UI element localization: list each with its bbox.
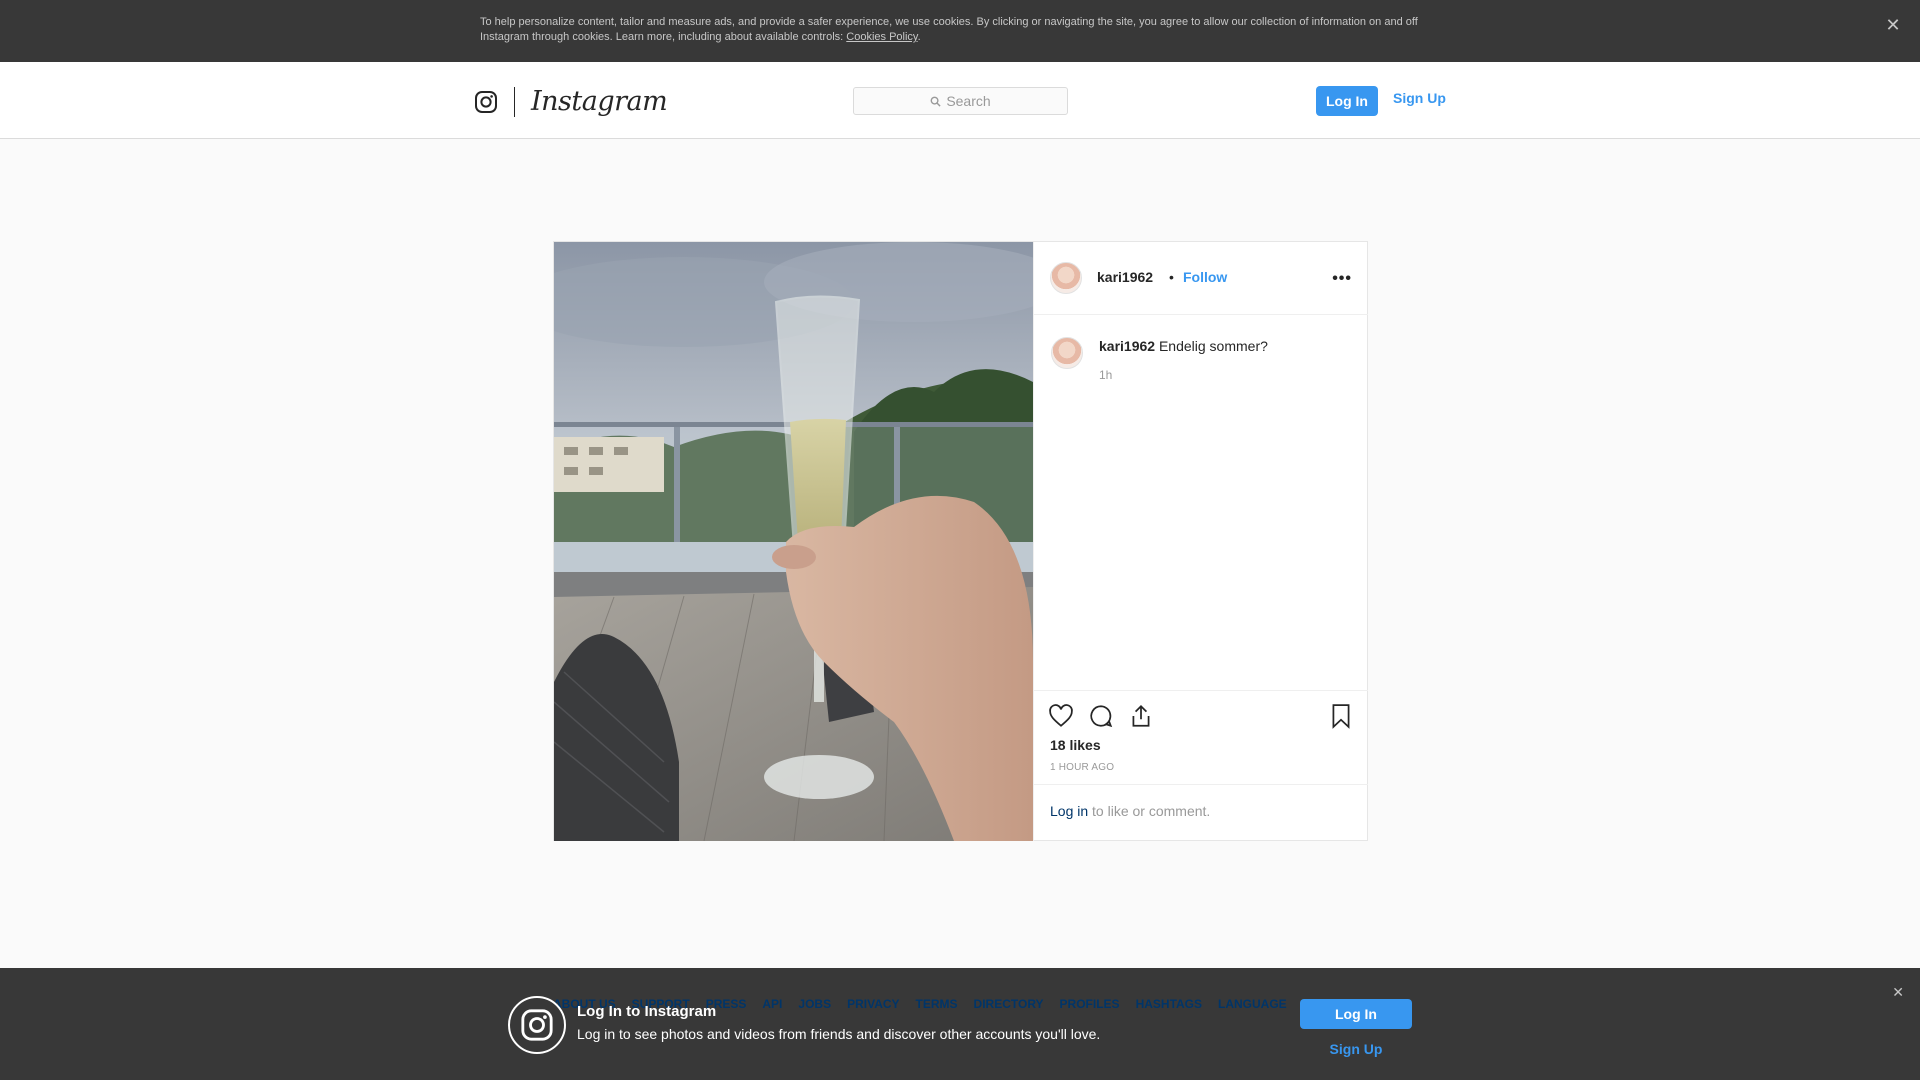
champagne-photo <box>554 242 1033 841</box>
post-username[interactable]: kari1962 <box>1097 269 1153 285</box>
footer-link-privacy[interactable]: PRIVACY <box>847 997 899 1011</box>
follow-button[interactable]: Follow <box>1183 269 1227 285</box>
footer-link-jobs[interactable]: JOBS <box>798 997 831 1011</box>
footer-link-api[interactable]: API <box>762 997 782 1011</box>
instagram-wordmark: Instagram <box>531 86 668 117</box>
top-nav: Instagram Search Log In Sign Up <box>0 62 1920 139</box>
bottom-bar-title: Log In to Instagram <box>577 1003 717 1020</box>
cookie-banner: To help personalize content, tailor and … <box>0 0 1920 62</box>
footer-link-terms[interactable]: TERMS <box>916 997 958 1011</box>
login-link[interactable]: Log in <box>1050 803 1088 819</box>
footer-link-hashtags[interactable]: HASHTAGS <box>1136 997 1202 1011</box>
caption-text: kari1962 Endelig sommer? <box>1099 337 1268 355</box>
bottom-bar-description: Log in to see photos and videos from fri… <box>577 1026 1101 1042</box>
bookmark-icon[interactable] <box>1328 703 1354 729</box>
more-options-icon[interactable]: ••• <box>1332 270 1352 288</box>
signup-link[interactable]: Sign Up <box>1393 90 1446 106</box>
post-photo[interactable] <box>554 242 1033 841</box>
caption-body: Endelig sommer? <box>1158 338 1268 354</box>
login-prompt: Log in to like or comment. <box>1034 784 1368 841</box>
post-sidebar: kari1962 • Follow ••• kari1962 Endelig s… <box>1033 242 1368 841</box>
caption-username[interactable]: kari1962 <box>1099 338 1155 354</box>
footer-link-profiles[interactable]: PROFILES <box>1060 997 1120 1011</box>
separator-dot: • <box>1169 269 1174 285</box>
post-header: kari1962 • Follow ••• <box>1034 242 1368 315</box>
caption-time: 1h <box>1099 368 1113 382</box>
search-placeholder: Search <box>946 93 991 109</box>
bottom-signup-link[interactable]: Sign Up <box>1300 1041 1412 1057</box>
cookie-text-block: To help personalize content, tailor and … <box>480 15 1440 45</box>
close-icon[interactable]: ✕ <box>1892 984 1904 1001</box>
footer-link-directory[interactable]: DIRECTORY <box>974 997 1044 1011</box>
bottom-login-bar: ABOUT US SUPPORT PRESS API JOBS PRIVACY … <box>0 968 1920 1080</box>
cookie-text: To help personalize content, tailor and … <box>480 16 1418 43</box>
heart-icon[interactable] <box>1048 703 1074 729</box>
footer-link-language[interactable]: LANGUAGE <box>1218 997 1287 1011</box>
post-timestamp: 1 HOUR AGO <box>1050 762 1115 773</box>
caption-comment: kari1962 Endelig sommer? 1h <box>1034 315 1368 615</box>
post-card: kari1962 • Follow ••• kari1962 Endelig s… <box>553 241 1368 841</box>
instagram-app-icon <box>508 996 566 1054</box>
share-icon[interactable] <box>1128 703 1154 729</box>
cookie-trailing: . <box>917 31 921 43</box>
brand[interactable]: Instagram <box>474 86 668 117</box>
cookies-policy-link[interactable]: Cookies Policy <box>846 31 917 43</box>
login-button[interactable]: Log In <box>1316 86 1378 116</box>
instagram-glyph-icon <box>475 90 497 113</box>
bottom-login-button[interactable]: Log In <box>1300 999 1412 1029</box>
search-icon <box>930 96 941 107</box>
comment-icon[interactable] <box>1088 703 1114 729</box>
close-icon[interactable]: ✕ <box>1882 14 1904 36</box>
login-prompt-text: to like or comment. <box>1092 803 1211 819</box>
brand-divider <box>514 86 515 117</box>
avatar[interactable] <box>1050 262 1082 294</box>
likes-count[interactable]: 18 likes <box>1050 737 1101 753</box>
search-input[interactable]: Search <box>853 87 1068 115</box>
avatar[interactable] <box>1051 337 1083 369</box>
post-actions: 18 likes 1 HOUR AGO <box>1034 690 1368 784</box>
